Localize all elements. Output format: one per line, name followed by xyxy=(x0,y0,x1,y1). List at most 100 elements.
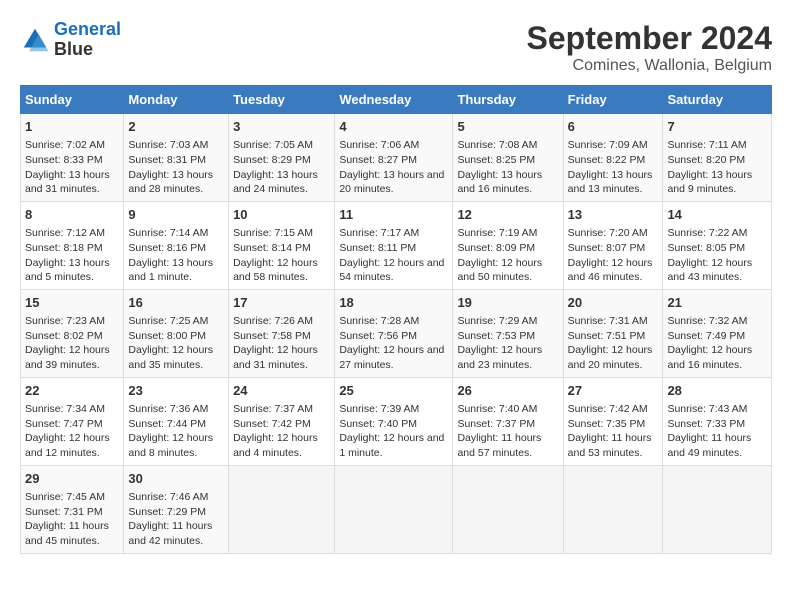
day-info: Sunrise: 7:45 AM Sunset: 7:31 PM Dayligh… xyxy=(25,490,119,549)
day-number: 19 xyxy=(457,294,558,312)
day-number: 17 xyxy=(233,294,330,312)
col-wednesday: Wednesday xyxy=(335,86,453,114)
daylight-text: Daylight: 12 hours and 50 minutes. xyxy=(457,256,558,285)
day-info: Sunrise: 7:22 AM Sunset: 8:05 PM Dayligh… xyxy=(667,226,767,285)
col-monday: Monday xyxy=(124,86,229,114)
daylight-text: Daylight: 13 hours and 20 minutes. xyxy=(339,168,448,197)
day-info: Sunrise: 7:19 AM Sunset: 8:09 PM Dayligh… xyxy=(457,226,558,285)
sunset-text: Sunset: 7:53 PM xyxy=(457,329,558,344)
daylight-text: Daylight: 12 hours and 8 minutes. xyxy=(128,431,224,460)
day-info: Sunrise: 7:29 AM Sunset: 7:53 PM Dayligh… xyxy=(457,314,558,373)
day-number: 28 xyxy=(667,382,767,400)
day-number: 14 xyxy=(667,206,767,224)
daylight-text: Daylight: 12 hours and 46 minutes. xyxy=(568,256,659,285)
sunset-text: Sunset: 8:25 PM xyxy=(457,153,558,168)
daylight-text: Daylight: 13 hours and 13 minutes. xyxy=(568,168,659,197)
daylight-text: Daylight: 12 hours and 43 minutes. xyxy=(667,256,767,285)
calendar-week-row: 15 Sunrise: 7:23 AM Sunset: 8:02 PM Dayl… xyxy=(21,289,772,377)
sunrise-text: Sunrise: 7:12 AM xyxy=(25,226,119,241)
day-info: Sunrise: 7:03 AM Sunset: 8:31 PM Dayligh… xyxy=(128,138,224,197)
sunset-text: Sunset: 8:27 PM xyxy=(339,153,448,168)
calendar-cell: 27 Sunrise: 7:42 AM Sunset: 7:35 PM Dayl… xyxy=(563,377,663,465)
day-number: 12 xyxy=(457,206,558,224)
sunset-text: Sunset: 8:00 PM xyxy=(128,329,224,344)
sunrise-text: Sunrise: 7:22 AM xyxy=(667,226,767,241)
sunrise-text: Sunrise: 7:15 AM xyxy=(233,226,330,241)
sunrise-text: Sunrise: 7:37 AM xyxy=(233,402,330,417)
day-info: Sunrise: 7:14 AM Sunset: 8:16 PM Dayligh… xyxy=(128,226,224,285)
day-info: Sunrise: 7:09 AM Sunset: 8:22 PM Dayligh… xyxy=(568,138,659,197)
calendar-cell xyxy=(229,465,335,553)
calendar-cell: 26 Sunrise: 7:40 AM Sunset: 7:37 PM Dayl… xyxy=(453,377,563,465)
sunrise-text: Sunrise: 7:34 AM xyxy=(25,402,119,417)
calendar-table: Sunday Monday Tuesday Wednesday Thursday… xyxy=(20,85,772,554)
calendar-cell: 4 Sunrise: 7:06 AM Sunset: 8:27 PM Dayli… xyxy=(335,114,453,202)
daylight-text: Daylight: 12 hours and 31 minutes. xyxy=(233,343,330,372)
calendar-cell: 10 Sunrise: 7:15 AM Sunset: 8:14 PM Dayl… xyxy=(229,201,335,289)
page-title: September 2024 xyxy=(527,20,772,57)
calendar-cell: 6 Sunrise: 7:09 AM Sunset: 8:22 PM Dayli… xyxy=(563,114,663,202)
day-info: Sunrise: 7:39 AM Sunset: 7:40 PM Dayligh… xyxy=(339,402,448,461)
day-number: 8 xyxy=(25,206,119,224)
sunset-text: Sunset: 8:11 PM xyxy=(339,241,448,256)
daylight-text: Daylight: 12 hours and 4 minutes. xyxy=(233,431,330,460)
sunrise-text: Sunrise: 7:25 AM xyxy=(128,314,224,329)
sunrise-text: Sunrise: 7:36 AM xyxy=(128,402,224,417)
daylight-text: Daylight: 13 hours and 24 minutes. xyxy=(233,168,330,197)
sunrise-text: Sunrise: 7:23 AM xyxy=(25,314,119,329)
title-block: September 2024 Comines, Wallonia, Belgiu… xyxy=(527,20,772,75)
logo-icon xyxy=(20,25,50,55)
calendar-cell: 7 Sunrise: 7:11 AM Sunset: 8:20 PM Dayli… xyxy=(663,114,772,202)
calendar-cell: 17 Sunrise: 7:26 AM Sunset: 7:58 PM Dayl… xyxy=(229,289,335,377)
calendar-cell: 24 Sunrise: 7:37 AM Sunset: 7:42 PM Dayl… xyxy=(229,377,335,465)
sunset-text: Sunset: 7:51 PM xyxy=(568,329,659,344)
calendar-cell: 8 Sunrise: 7:12 AM Sunset: 8:18 PM Dayli… xyxy=(21,201,124,289)
page-subtitle: Comines, Wallonia, Belgium xyxy=(527,57,772,75)
daylight-text: Daylight: 13 hours and 9 minutes. xyxy=(667,168,767,197)
daylight-text: Daylight: 12 hours and 20 minutes. xyxy=(568,343,659,372)
daylight-text: Daylight: 12 hours and 12 minutes. xyxy=(25,431,119,460)
sunrise-text: Sunrise: 7:03 AM xyxy=(128,138,224,153)
calendar-cell: 3 Sunrise: 7:05 AM Sunset: 8:29 PM Dayli… xyxy=(229,114,335,202)
day-info: Sunrise: 7:06 AM Sunset: 8:27 PM Dayligh… xyxy=(339,138,448,197)
sunset-text: Sunset: 8:14 PM xyxy=(233,241,330,256)
day-number: 5 xyxy=(457,118,558,136)
day-number: 2 xyxy=(128,118,224,136)
sunset-text: Sunset: 8:18 PM xyxy=(25,241,119,256)
day-info: Sunrise: 7:31 AM Sunset: 7:51 PM Dayligh… xyxy=(568,314,659,373)
daylight-text: Daylight: 12 hours and 1 minute. xyxy=(339,431,448,460)
day-info: Sunrise: 7:36 AM Sunset: 7:44 PM Dayligh… xyxy=(128,402,224,461)
daylight-text: Daylight: 12 hours and 39 minutes. xyxy=(25,343,119,372)
day-number: 27 xyxy=(568,382,659,400)
day-number: 25 xyxy=(339,382,448,400)
calendar-cell: 15 Sunrise: 7:23 AM Sunset: 8:02 PM Dayl… xyxy=(21,289,124,377)
sunrise-text: Sunrise: 7:43 AM xyxy=(667,402,767,417)
logo: General Blue xyxy=(20,20,121,60)
calendar-cell xyxy=(335,465,453,553)
day-info: Sunrise: 7:02 AM Sunset: 8:33 PM Dayligh… xyxy=(25,138,119,197)
sunrise-text: Sunrise: 7:29 AM xyxy=(457,314,558,329)
day-info: Sunrise: 7:12 AM Sunset: 8:18 PM Dayligh… xyxy=(25,226,119,285)
day-number: 21 xyxy=(667,294,767,312)
calendar-cell xyxy=(453,465,563,553)
calendar-cell: 28 Sunrise: 7:43 AM Sunset: 7:33 PM Dayl… xyxy=(663,377,772,465)
sunrise-text: Sunrise: 7:45 AM xyxy=(25,490,119,505)
calendar-cell: 22 Sunrise: 7:34 AM Sunset: 7:47 PM Dayl… xyxy=(21,377,124,465)
logo-text: General Blue xyxy=(54,20,121,60)
col-saturday: Saturday xyxy=(663,86,772,114)
calendar-cell xyxy=(563,465,663,553)
page-header: General Blue September 2024 Comines, Wal… xyxy=(20,20,772,75)
sunrise-text: Sunrise: 7:08 AM xyxy=(457,138,558,153)
logo-line2: Blue xyxy=(54,40,121,60)
calendar-week-row: 22 Sunrise: 7:34 AM Sunset: 7:47 PM Dayl… xyxy=(21,377,772,465)
calendar-cell: 18 Sunrise: 7:28 AM Sunset: 7:56 PM Dayl… xyxy=(335,289,453,377)
sunrise-text: Sunrise: 7:06 AM xyxy=(339,138,448,153)
day-number: 6 xyxy=(568,118,659,136)
sunset-text: Sunset: 7:42 PM xyxy=(233,417,330,432)
day-number: 7 xyxy=(667,118,767,136)
sunrise-text: Sunrise: 7:11 AM xyxy=(667,138,767,153)
sunset-text: Sunset: 8:20 PM xyxy=(667,153,767,168)
calendar-week-row: 8 Sunrise: 7:12 AM Sunset: 8:18 PM Dayli… xyxy=(21,201,772,289)
calendar-cell: 12 Sunrise: 7:19 AM Sunset: 8:09 PM Dayl… xyxy=(453,201,563,289)
calendar-cell: 13 Sunrise: 7:20 AM Sunset: 8:07 PM Dayl… xyxy=(563,201,663,289)
